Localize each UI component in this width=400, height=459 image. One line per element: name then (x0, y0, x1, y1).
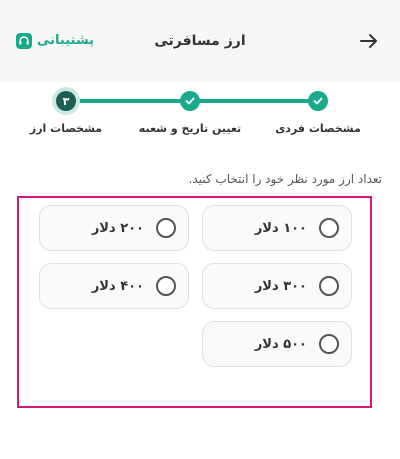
top-bar: ارز مسافرتی پشتیبانی (0, 0, 400, 82)
option-200-dollar[interactable]: ۲۰۰ دلار (39, 205, 189, 251)
support-label: پشتیبانی (37, 33, 94, 48)
option-300-dollar[interactable]: ۳۰۰ دلار (202, 263, 352, 309)
arrow-right-icon (360, 34, 377, 48)
step-done-icon (180, 91, 200, 111)
option-500-dollar[interactable]: ۵۰۰ دلار (202, 321, 352, 367)
step-current-number: ۳ (56, 91, 76, 111)
radio-button[interactable] (156, 276, 176, 296)
radio-button[interactable] (319, 218, 339, 238)
page-title: ارز مسافرتی (154, 33, 246, 49)
instruction-text: تعداد ارز مورد نظر خود را انتخاب کنید. (188, 172, 382, 186)
option-400-dollar[interactable]: ۴۰۰ دلار (39, 263, 189, 309)
option-100-dollar[interactable]: ۱۰۰ دلار (202, 205, 352, 251)
option-label: ۳۰۰ دلار (254, 278, 307, 294)
option-label: ۲۰۰ دلار (91, 220, 144, 236)
step-done-icon (308, 91, 328, 111)
step-connector (66, 99, 190, 103)
radio-button[interactable] (156, 218, 176, 238)
step-connector (190, 99, 318, 103)
option-label: ۵۰۰ دلار (254, 336, 307, 352)
support-button[interactable]: پشتیبانی (16, 28, 94, 54)
radio-button[interactable] (319, 276, 339, 296)
option-label: ۱۰۰ دلار (254, 220, 307, 236)
step-label: مشخصات فردی (275, 122, 361, 135)
option-label: ۴۰۰ دلار (91, 278, 144, 294)
step-label: تعیین تاریخ و شعبه (138, 122, 242, 135)
headset-icon (16, 33, 32, 49)
radio-button[interactable] (319, 334, 339, 354)
progress-stepper: ۳ مشخصات فردی تعیین تاریخ و شعبه مشخصات … (0, 82, 400, 152)
step-label: مشخصات ارز (29, 122, 103, 135)
back-button[interactable] (356, 28, 382, 54)
